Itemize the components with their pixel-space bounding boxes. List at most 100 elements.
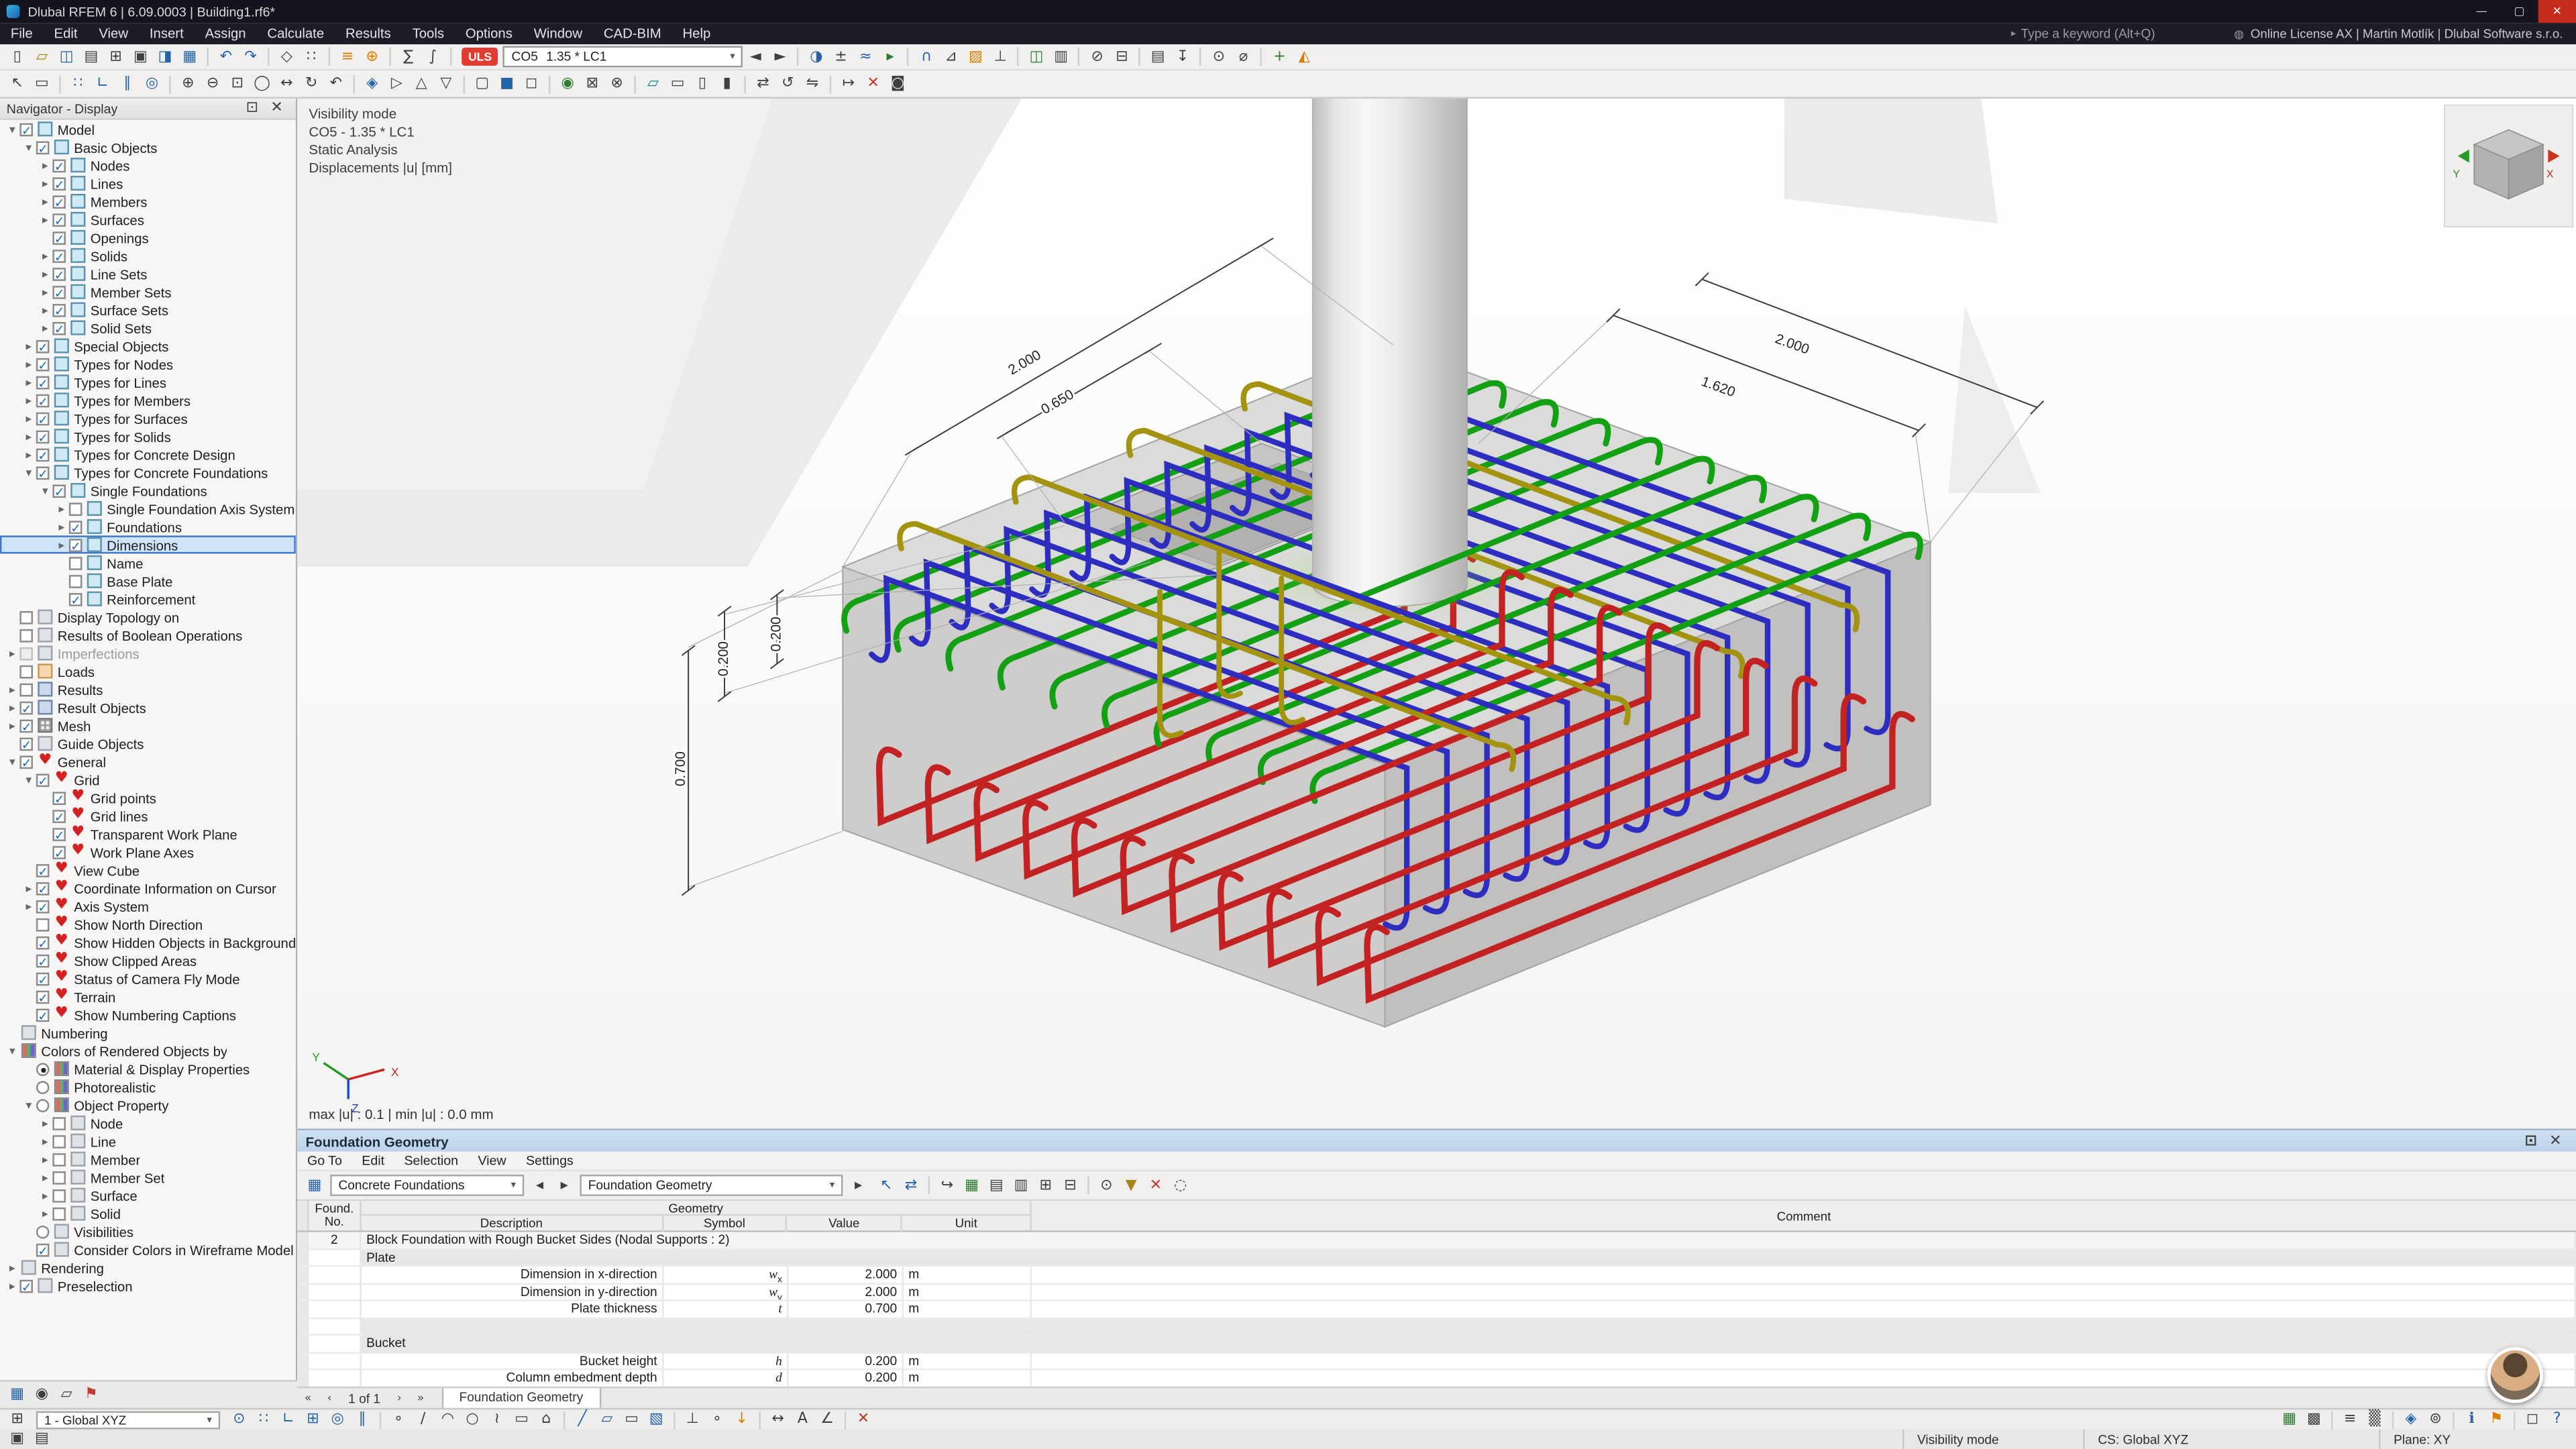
- tree-item-types-for-members[interactable]: ▸✓Types for Members: [0, 391, 296, 409]
- load-cases-icon[interactable]: ≡: [335, 45, 360, 68]
- tree-item-results-of-boolean-operations[interactable]: Results of Boolean Operations: [0, 626, 296, 644]
- checkbox-checked[interactable]: ✓: [36, 1008, 50, 1021]
- spline-tool-icon[interactable]: ≀: [484, 1408, 509, 1431]
- webcam-avatar[interactable]: [2487, 1347, 2543, 1403]
- table-row[interactable]: Bucket heighth0.200m: [297, 1353, 2576, 1371]
- menu-calculate[interactable]: Calculate: [257, 23, 335, 44]
- column[interactable]: [1313, 99, 1467, 606]
- table-row[interactable]: Column embedment depthd0.200m: [297, 1370, 2576, 1387]
- checkbox-checked[interactable]: ✓: [69, 592, 83, 606]
- tree-item-general[interactable]: ▾✓♥General: [0, 753, 296, 771]
- checkbox-checked[interactable]: ✓: [36, 863, 50, 877]
- tree-item-consider-colors-in-wireframe-model[interactable]: ✓Consider Colors in Wireframe Model: [0, 1240, 296, 1258]
- checkbox-unchecked[interactable]: [69, 574, 83, 588]
- tree-item-show-numbering-captions[interactable]: ✓♥Show Numbering Captions: [0, 1006, 296, 1024]
- tree-item-work-plane-axes[interactable]: ✓♥Work Plane Axes: [0, 843, 296, 861]
- panel-menu-view[interactable]: View: [468, 1153, 517, 1168]
- collapse-arrow-icon[interactable]: ▾: [21, 1098, 36, 1112]
- result-values-icon[interactable]: ±: [828, 45, 853, 68]
- measure-tool-icon[interactable]: ∠: [815, 1408, 840, 1431]
- checkbox-checked[interactable]: ✓: [36, 773, 50, 786]
- tree-item-member-sets[interactable]: ▸✓Member Sets: [0, 282, 296, 301]
- hinge-tool-icon[interactable]: ∘: [705, 1408, 730, 1431]
- tree-item-member[interactable]: ▸Member: [0, 1150, 296, 1168]
- expand-arrow-icon[interactable]: ▸: [38, 158, 52, 172]
- background-layers-icon[interactable]: ▒: [2363, 1408, 2387, 1431]
- checkbox-checked[interactable]: ✓: [52, 845, 66, 859]
- expand-arrow-icon[interactable]: ▸: [38, 213, 52, 226]
- close-table-icon[interactable]: ✕: [2543, 1130, 2568, 1152]
- tree-item-reinforcement[interactable]: ✓Reinforcement: [0, 590, 296, 608]
- select-pointer-icon[interactable]: ↖: [5, 72, 30, 95]
- expand-rows-icon[interactable]: ⊞: [1033, 1174, 1058, 1197]
- fullscreen-icon[interactable]: ◻: [2520, 1408, 2545, 1431]
- ortho-mode-icon[interactable]: ∟: [91, 72, 115, 95]
- support-reactions-icon[interactable]: ⊥: [988, 45, 1013, 68]
- selection-info-icon[interactable]: ▣: [5, 1428, 30, 1449]
- expand-arrow-icon[interactable]: ▸: [38, 1189, 52, 1202]
- checkbox-checked[interactable]: ✓: [36, 466, 50, 479]
- expand-arrow-icon[interactable]: ▸: [38, 249, 52, 262]
- tree-item-visibilities[interactable]: Visibilities: [0, 1222, 296, 1240]
- polygon-tool-icon[interactable]: ⌂: [534, 1408, 559, 1431]
- expand-arrow-icon[interactable]: ▸: [21, 900, 36, 913]
- clipboard-status-icon[interactable]: ▤: [30, 1428, 54, 1449]
- checkbox-checked[interactable]: ✓: [36, 954, 50, 967]
- tree-item-transparent-work-plane[interactable]: ✓♥Transparent Work Plane: [0, 824, 296, 843]
- checkbox-unchecked[interactable]: [52, 1116, 66, 1130]
- tree-item-openings[interactable]: ✓Openings: [0, 228, 296, 246]
- tree-item-preselection[interactable]: ▸✓Preselection: [0, 1277, 296, 1295]
- polar-snap-icon[interactable]: ◎: [325, 1408, 350, 1431]
- tree-item-status-of-camera-fly-mode[interactable]: ✓♥Status of Camera Fly Mode: [0, 969, 296, 987]
- opening-tool-icon[interactable]: ▭: [619, 1408, 644, 1431]
- close-button[interactable]: ✕: [2538, 0, 2576, 23]
- tree-item-grid[interactable]: ▾✓♥Grid: [0, 771, 296, 789]
- tree-item-types-for-surfaces[interactable]: ▸✓Types for Surfaces: [0, 409, 296, 427]
- checkbox-checked[interactable]: ✓: [19, 1279, 33, 1293]
- undo-icon[interactable]: ↶: [213, 45, 238, 68]
- tree-item-photorealistic[interactable]: Photorealistic: [0, 1078, 296, 1096]
- node-tool-icon[interactable]: ∘: [386, 1408, 411, 1431]
- tree-item-foundations[interactable]: ▸✓Foundations: [0, 517, 296, 535]
- close-panel-icon[interactable]: ✕: [264, 97, 289, 119]
- lock-view-icon[interactable]: ◙: [885, 72, 910, 95]
- expand-arrow-icon[interactable]: ▸: [38, 1116, 52, 1130]
- menu-insert[interactable]: Insert: [139, 23, 195, 44]
- add-on-modules-icon[interactable]: +: [1267, 45, 1292, 68]
- ortho-icon[interactable]: ∟: [276, 1408, 301, 1431]
- checkbox-unchecked[interactable]: [36, 918, 50, 931]
- expand-arrow-icon[interactable]: ▸: [21, 376, 36, 389]
- checkbox-checked[interactable]: ✓: [52, 285, 66, 299]
- menu-options[interactable]: Options: [455, 23, 523, 44]
- tree-item-solid-sets[interactable]: ▸✓Solid Sets: [0, 319, 296, 337]
- rotate-objects-icon[interactable]: ↺: [775, 72, 800, 95]
- radio-unselected[interactable]: [36, 1080, 50, 1093]
- panel-menu-go-to[interactable]: Go To: [297, 1153, 352, 1168]
- menu-file[interactable]: File: [0, 23, 44, 44]
- delete-objects-icon[interactable]: ✕: [851, 1408, 876, 1431]
- edit-mode-icon[interactable]: ◇: [274, 45, 299, 68]
- expand-arrow-icon[interactable]: ▸: [21, 429, 36, 443]
- expand-arrow-icon[interactable]: ▸: [5, 683, 19, 696]
- tables-toggle-icon[interactable]: ▦: [177, 45, 202, 68]
- collapse-arrow-icon[interactable]: ▾: [21, 140, 36, 154]
- tree-item-line[interactable]: ▸Line: [0, 1132, 296, 1150]
- tree-item-grid-points[interactable]: ✓♥Grid points: [0, 789, 296, 807]
- table-row[interactable]: Plate thicknesst0.700m: [297, 1301, 2576, 1319]
- panel-header[interactable]: Foundation Geometry ⊡✕: [297, 1130, 2576, 1152]
- help-icon[interactable]: ?: [2544, 1408, 2569, 1431]
- checkbox-checked[interactable]: ✓: [19, 755, 33, 768]
- panel-menu-selection[interactable]: Selection: [394, 1153, 468, 1168]
- table-row-foundation[interactable]: 2Block Foundation with Rough Bucket Side…: [297, 1232, 2576, 1250]
- checkbox-checked[interactable]: ✓: [36, 394, 50, 407]
- tree-item-loads[interactable]: Loads: [0, 662, 296, 680]
- checkbox-checked[interactable]: ✓: [52, 213, 66, 226]
- checkbox-unchecked[interactable]: [52, 1152, 66, 1166]
- menu-tools[interactable]: Tools: [402, 23, 455, 44]
- layers-icon[interactable]: ≡: [2338, 1408, 2363, 1431]
- checkbox-checked[interactable]: ✓: [36, 339, 50, 353]
- stresses-icon[interactable]: ▨: [963, 45, 988, 68]
- tree-item-imperfections[interactable]: ▸Imperfections: [0, 644, 296, 662]
- clipping-plane-icon[interactable]: ⊘: [1085, 45, 1110, 68]
- plane-xy-icon[interactable]: ▭: [665, 72, 690, 95]
